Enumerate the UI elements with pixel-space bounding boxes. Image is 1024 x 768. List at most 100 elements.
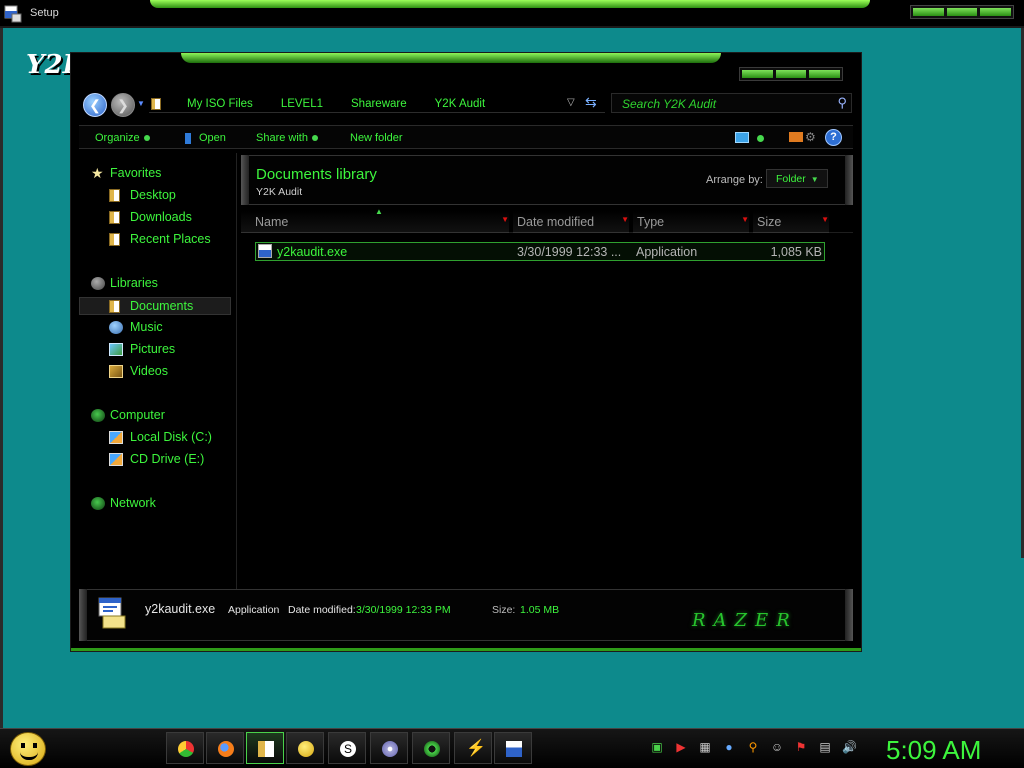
downloads-icon — [109, 211, 120, 224]
header-left-cap — [241, 155, 249, 205]
sidebar-item-music[interactable]: Music — [79, 319, 231, 337]
close-button[interactable] — [980, 8, 1012, 16]
maximize-button[interactable] — [946, 8, 978, 16]
arrange-by-dropdown[interactable]: Folder ▼ — [766, 169, 828, 188]
sidebar-item-computer[interactable]: Computer — [79, 407, 231, 425]
sidebar-item-libraries[interactable]: Libraries — [79, 275, 231, 293]
taskbar-bolt-button[interactable]: ⚡ — [454, 732, 492, 764]
sidebar-item-local-disk[interactable]: Local Disk (C:) — [79, 429, 231, 447]
taskbar-messenger-button[interactable] — [286, 732, 324, 764]
sidebar-item-recent-places[interactable]: Recent Places — [79, 231, 231, 249]
column-filter-icon[interactable]: ▼ — [501, 215, 509, 224]
new-folder-button[interactable]: New folder — [350, 132, 403, 144]
breadcrumb-shareware[interactable]: Shareware — [351, 98, 407, 110]
command-bar: Organize Open Share with New folder ⚙ ? — [79, 125, 853, 149]
taskbar-skype-button[interactable]: S — [328, 732, 366, 764]
tray-action-center-icon[interactable]: ⚑ — [794, 740, 808, 754]
explorer-minimize-button[interactable] — [742, 70, 773, 78]
column-filter-icon[interactable]: ▼ — [621, 215, 629, 224]
application-icon — [258, 244, 272, 258]
hard-disk-icon — [109, 431, 123, 444]
breadcrumb-y2k-audit[interactable]: Y2K Audit — [435, 98, 486, 110]
disc-icon — [382, 741, 398, 757]
address-bar[interactable]: My ISO Files LEVEL1 Shareware Y2K Audit — [149, 95, 605, 113]
tray-volume-icon[interactable]: 🔊 — [842, 740, 857, 754]
column-header-size[interactable]: Size ▼ — [753, 211, 829, 233]
breadcrumb-level1[interactable]: LEVEL1 — [281, 98, 323, 110]
organize-button[interactable]: Organize — [95, 132, 150, 144]
videos-icon — [109, 365, 123, 378]
sidebar-item-downloads[interactable]: Downloads — [79, 209, 231, 227]
view-options-dot-icon[interactable] — [757, 135, 764, 142]
explorer-maximize-button[interactable] — [775, 70, 807, 78]
details-date-value: 3/30/1999 12:33 PM — [356, 604, 451, 616]
taskbar-explorer-button[interactable] — [246, 732, 284, 764]
taskbar-setup-button[interactable] — [494, 732, 532, 764]
tray-media-icon[interactable]: ▶ — [674, 740, 688, 754]
taskbar-disc-button[interactable] — [370, 732, 408, 764]
pictures-icon — [109, 343, 123, 356]
taskbar-chrome-button[interactable] — [166, 732, 204, 764]
explorer-window: ❮ ❯ ▼ My ISO Files LEVEL1 Shareware Y2K … — [70, 52, 862, 652]
details-size-value: 1.05 MB — [520, 604, 560, 616]
column-header-type[interactable]: Type ▼ — [633, 211, 749, 233]
share-with-button[interactable]: Share with — [256, 132, 318, 144]
preview-pane-icon[interactable] — [789, 132, 803, 142]
file-name: y2kaudit.exe — [277, 245, 348, 259]
search-icon[interactable]: ⚲ — [837, 95, 847, 111]
breadcrumb-my-iso-files[interactable]: My ISO Files — [187, 98, 253, 110]
address-dropdown-icon[interactable]: ▽ — [567, 97, 575, 108]
forward-arrow-icon: ❯ — [117, 97, 129, 113]
file-row[interactable]: y2kaudit.exe 3/30/1999 12:33 ... Applica… — [255, 242, 825, 261]
recent-pages-dropdown[interactable]: ▼ — [137, 99, 145, 108]
setup-icon — [506, 741, 522, 757]
explorer-window-controls[interactable] — [739, 67, 843, 81]
file-type: Application — [636, 245, 698, 259]
back-button[interactable]: ❮ — [83, 93, 107, 117]
library-header: Documents library Y2K Audit Arrange by: … — [241, 155, 853, 205]
details-size-label: Size: — [492, 604, 516, 616]
sidebar-item-cd-drive[interactable]: CD Drive (E:) — [79, 451, 231, 469]
libraries-icon — [91, 277, 105, 290]
taskbar-firefox-button[interactable] — [206, 732, 244, 764]
firefox-icon — [218, 741, 234, 757]
sidebar-item-videos[interactable]: Videos — [79, 363, 231, 381]
sort-ascending-icon: ▲ — [375, 207, 383, 216]
column-filter-icon[interactable]: ▼ — [821, 215, 829, 224]
tray-search-icon[interactable]: ⚲ — [746, 740, 760, 754]
smiley-mouth — [20, 752, 38, 760]
explorer-close-button[interactable] — [809, 70, 841, 78]
tray-app-icon[interactable]: ▣ — [650, 740, 664, 754]
sidebar-item-documents[interactable]: Documents — [79, 297, 231, 315]
start-button[interactable] — [10, 732, 46, 766]
open-button[interactable]: Open — [185, 132, 226, 144]
minimize-button[interactable] — [913, 8, 944, 16]
setup-title-bar: Setup — [0, 0, 1024, 28]
column-filter-icon[interactable]: ▼ — [741, 215, 749, 224]
tray-monitor-icon[interactable]: ▤ — [818, 740, 832, 754]
setup-window-controls[interactable] — [910, 5, 1014, 19]
file-date: 3/30/1999 12:33 ... — [517, 245, 622, 259]
column-header-name[interactable]: ▲ Name ▼ — [241, 207, 509, 233]
sidebar-item-network[interactable]: Network — [79, 495, 231, 513]
column-header-date[interactable]: Date modified ▼ — [513, 211, 629, 233]
help-icon[interactable]: ? — [825, 129, 842, 146]
forward-button[interactable]: ❯ — [111, 93, 135, 117]
taskbar-gear-button[interactable] — [412, 732, 450, 764]
search-input[interactable]: Search Y2K Audit ⚲ — [611, 93, 852, 113]
tray-messenger-icon[interactable]: ☺ — [770, 740, 784, 754]
tray-network-icon[interactable]: ▦ — [698, 740, 712, 754]
change-view-icon[interactable] — [735, 132, 749, 143]
details-left-cap — [79, 589, 87, 641]
sidebar-item-desktop[interactable]: Desktop — [79, 187, 231, 205]
music-icon — [109, 321, 123, 334]
search-placeholder: Search Y2K Audit — [622, 97, 717, 111]
refresh-icon[interactable]: ⇆ — [585, 94, 597, 111]
sidebar-item-pictures[interactable]: Pictures — [79, 341, 231, 359]
dropdown-dot-icon — [143, 135, 150, 142]
clock[interactable]: 5:09 AM — [886, 735, 981, 766]
open-icon — [185, 132, 191, 144]
sidebar-item-favorites[interactable]: ★ Favorites — [79, 165, 231, 183]
explorer-icon — [258, 741, 274, 757]
tray-bulb-icon[interactable]: ● — [722, 740, 736, 754]
